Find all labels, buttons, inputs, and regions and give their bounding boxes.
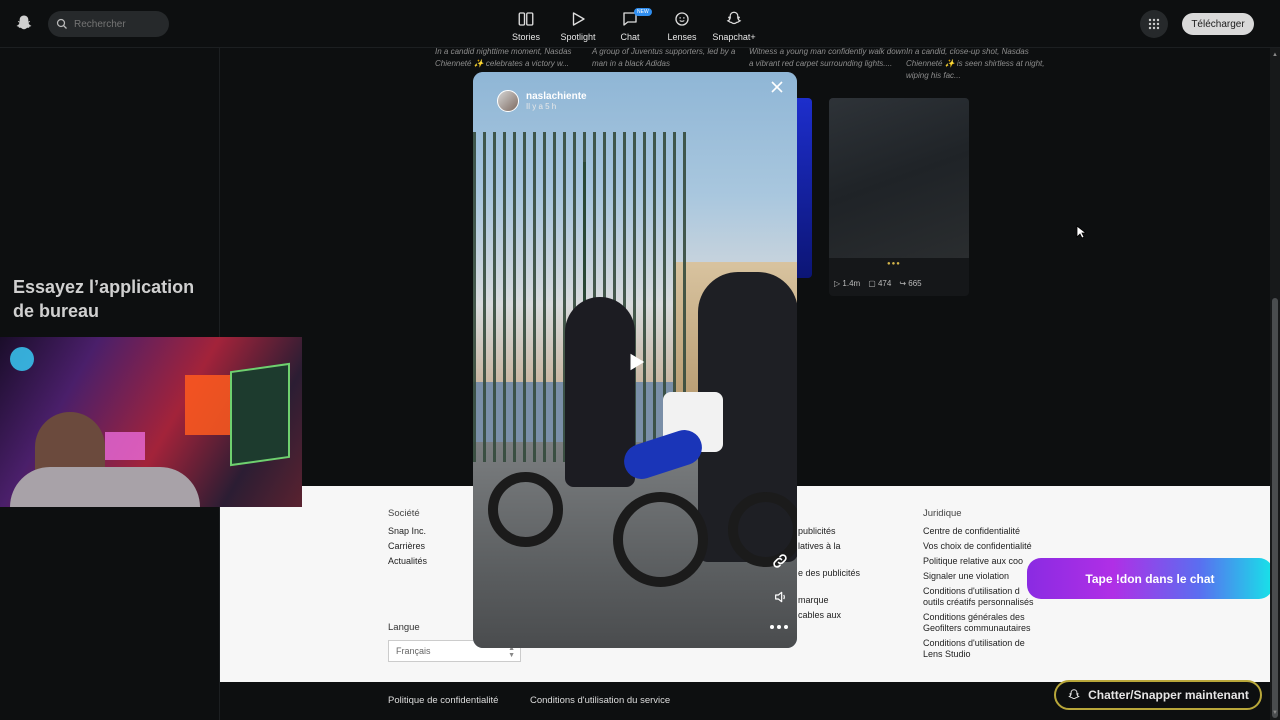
comments-stat: ▢ 474 <box>868 279 891 288</box>
nav-chat-label: Chat <box>620 32 640 42</box>
main-nav: Stories Spotlight NEW Chat Lenses Snapch… <box>500 6 760 42</box>
footer-link[interactable]: Centre de confidentialité <box>923 526 1034 537</box>
footer-link[interactable]: Geofilters communautaires <box>923 623 1034 634</box>
footer-link[interactable]: marque <box>798 595 860 606</box>
close-button[interactable] <box>767 80 787 100</box>
play-icon[interactable] <box>625 351 647 373</box>
footer-link[interactable]: Carrières <box>388 541 427 552</box>
language-value: Français <box>396 646 431 656</box>
monitor <box>230 362 290 467</box>
nav-lenses[interactable]: Lenses <box>656 6 708 42</box>
snapchat-ghost-logo-icon[interactable] <box>15 14 33 32</box>
footer-link[interactable]: Signaler une violation <box>923 571 1034 582</box>
nav-spotlight-label: Spotlight <box>560 32 596 42</box>
apps-grid-button[interactable] <box>1140 10 1168 38</box>
footer-heading: Juridique <box>923 508 962 519</box>
footer-link[interactable]: Lens Studio <box>923 649 1034 660</box>
streamer-body <box>10 467 200 507</box>
story-time: Il y a 5 h <box>526 102 557 111</box>
nav-snapchat-plus[interactable]: Snapchat+ <box>708 6 760 42</box>
video-bike-wheel <box>488 472 563 547</box>
nav-stories-label: Stories <box>511 32 540 42</box>
footer-link[interactable]: cables aux <box>798 610 860 621</box>
desktop-app-promo-title[interactable]: Essayez l’application de bureau <box>13 275 213 323</box>
avatar[interactable] <box>497 90 519 112</box>
webcam-overlay <box>0 337 302 507</box>
share-icon: ↪ <box>899 279 907 288</box>
link-icon[interactable] <box>771 552 789 570</box>
story-caption[interactable]: In a candid, close-up shot, Nasdas Chien… <box>906 46 1063 82</box>
nav-stories[interactable]: Stories <box>500 6 552 42</box>
lenses-icon <box>675 12 689 26</box>
footer-link[interactable]: Actualités <box>388 556 427 567</box>
search-icon <box>56 18 67 29</box>
footer-link[interactable]: e des publicités <box>798 568 860 579</box>
footer-link[interactable]: outils créatifs personnalisés <box>923 597 1034 608</box>
nav-snapchat-plus-label: Snapchat+ <box>712 32 756 42</box>
top-bar: Stories Spotlight NEW Chat Lenses Snapch… <box>0 0 1280 48</box>
footer-legal-column: Juridique Centre de confidentialité Vos … <box>923 508 1034 664</box>
footer-link[interactable]: Vos choix de confidentialité <box>923 541 1034 552</box>
nav-lenses-label: Lenses <box>667 32 697 42</box>
footer-link[interactable]: latives à la <box>798 541 860 552</box>
more-options-icon[interactable] <box>769 624 789 630</box>
page-scrollbar[interactable]: ▲ ▼ <box>1270 48 1280 720</box>
emoji-row: ●●● <box>887 261 901 267</box>
shares-count: 665 <box>908 279 922 288</box>
comment-icon: ▢ <box>868 279 876 288</box>
privacy-policy-link[interactable]: Politique de confidentialité <box>388 695 498 706</box>
story-username[interactable]: naslachiente <box>526 91 587 102</box>
footer-company-column: Société Snap Inc. Carrières Actualités <box>388 508 427 571</box>
scroll-thumb[interactable] <box>1272 298 1278 718</box>
close-icon <box>771 81 783 93</box>
footer-link[interactable]: Conditions d'utilisation de <box>923 638 1034 649</box>
volume-icon[interactable] <box>773 589 789 605</box>
nav-chat[interactable]: NEW Chat <box>604 6 656 42</box>
spotlight-card[interactable]: ●●● ▷ 1.4m ▢ 474 ↪ 665 <box>829 98 969 296</box>
play-small-icon: ▷ <box>834 279 841 288</box>
scroll-up-icon[interactable]: ▲ <box>1272 52 1278 58</box>
shares-stat: ↪ 665 <box>899 279 921 288</box>
search-input[interactable] <box>74 18 164 30</box>
snapchat-plus-icon <box>726 11 742 25</box>
footer-ads-column: publicités latives à la e des publicités… <box>798 526 860 625</box>
views-count: 1.4m <box>842 279 861 288</box>
terms-link[interactable]: Conditions d'utilisation du service <box>530 695 670 706</box>
story-card-partial[interactable] <box>797 98 812 278</box>
footer-heading: Société <box>388 508 420 519</box>
search-bar[interactable] <box>48 11 169 37</box>
comments-count: 474 <box>877 279 892 288</box>
snapchat-ghost-icon <box>1068 689 1080 699</box>
mouse-cursor-icon <box>1076 225 1086 239</box>
stories-icon <box>518 12 534 26</box>
light-orb <box>10 347 34 371</box>
new-badge: NEW <box>634 8 652 16</box>
language-label: Langue <box>388 622 420 633</box>
footer-link[interactable]: Politique relative aux coo <box>923 556 1034 567</box>
nav-spotlight[interactable]: Spotlight <box>552 6 604 42</box>
chat-promo-banner: Tape !don dans le chat <box>1027 558 1273 599</box>
card-stats: ▷ 1.4m ▢ 474 ↪ 665 <box>834 279 922 288</box>
spotlight-thumbnail <box>829 98 969 258</box>
download-button[interactable]: Télécharger <box>1182 13 1254 35</box>
chat-now-label: Chatter/Snapper maintenant <box>1088 688 1249 702</box>
footer-link[interactable]: publicités <box>798 526 860 537</box>
scroll-down-icon[interactable]: ▼ <box>1272 710 1278 716</box>
story-viewer-modal[interactable]: naslachiente Il y a 5 h <box>473 72 797 648</box>
footer-link[interactable]: Conditions générales des <box>923 612 1034 623</box>
views-stat: ▷ 1.4m <box>834 279 860 288</box>
chat-now-button[interactable]: Chatter/Snapper maintenant <box>1054 680 1262 710</box>
spotlight-play-icon <box>572 12 585 26</box>
screen-glow <box>105 432 145 460</box>
story-header: naslachiente Il y a 5 h <box>497 90 587 112</box>
grid-icon <box>1148 18 1160 30</box>
footer-link[interactable]: Conditions d'utilisation d <box>923 586 1034 597</box>
video-bike-wheel <box>613 492 708 587</box>
footer-link[interactable]: Snap Inc. <box>388 526 427 537</box>
